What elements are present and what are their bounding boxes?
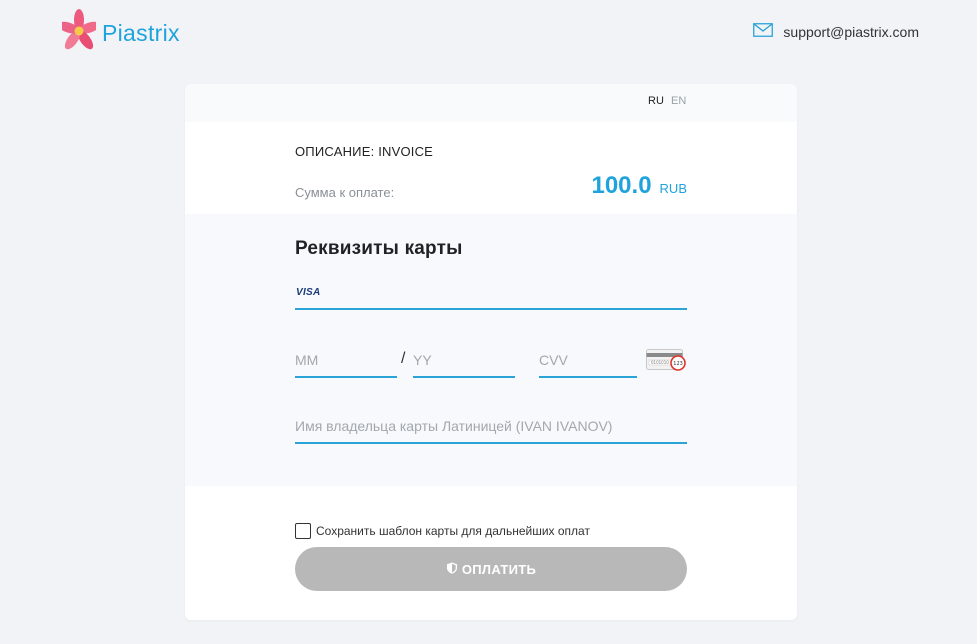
save-template-checkbox[interactable] <box>295 523 311 539</box>
save-template-label[interactable]: Сохранить шаблон карты для дальнейших оп… <box>316 524 590 538</box>
card-number-input[interactable] <box>335 280 675 308</box>
expiry-month-placeholder: MM <box>295 352 319 368</box>
amount-currency: RUB <box>659 181 687 196</box>
sum-label: Сумма к оплате: <box>295 185 395 200</box>
expiry-year-placeholder: YY <box>413 352 432 368</box>
expiry-month-field[interactable]: MM <box>295 348 397 378</box>
shield-icon <box>446 562 462 577</box>
card-number-field[interactable]: VISA <box>295 280 687 310</box>
amount-value: 100.0 <box>591 172 652 199</box>
visa-logo-icon: VISA <box>296 287 321 298</box>
cardholder-name-placeholder: Имя владельца карты Латиницей (IVAN IVAN… <box>295 418 613 434</box>
pay-button[interactable]: ОПЛАТИТЬ <box>295 547 687 591</box>
cvv-hint-text: 123 <box>673 361 683 367</box>
pay-button-label: ОПЛАТИТЬ <box>461 561 537 577</box>
cvv-hint-icon: 0101010 123 <box>646 347 688 373</box>
mail-icon <box>753 23 783 40</box>
language-bar: RU EN <box>185 84 797 122</box>
amount: 100.0 RUB <box>591 172 687 200</box>
lang-en[interactable]: EN <box>671 95 686 107</box>
expiry-separator: / <box>401 350 406 367</box>
expiry-year-field[interactable]: YY <box>413 348 515 378</box>
cardholder-name-field[interactable]: Имя владельца карты Латиницей (IVAN IVAN… <box>295 414 687 444</box>
logo[interactable]: Piastrix <box>57 6 180 61</box>
cvv-placeholder: CVV <box>539 352 568 368</box>
card-details-title: Реквизиты карты <box>295 238 463 259</box>
save-template-row[interactable]: Сохранить шаблон карты для дальнейших оп… <box>295 523 590 539</box>
svg-text:0101010: 0101010 <box>651 360 669 365</box>
payment-page: Piastrix support@piastrix.com RU EN ОПИС… <box>0 0 977 644</box>
lang-ru[interactable]: RU <box>648 95 664 107</box>
cvv-field[interactable]: CVV <box>539 348 637 378</box>
payment-card: RU EN ОПИСАНИЕ: INVOICE Сумма к оплате: … <box>185 84 797 620</box>
invoice-description: ОПИСАНИЕ: INVOICE <box>295 144 434 159</box>
support-contact[interactable]: support@piastrix.com <box>753 23 919 40</box>
flower-logo-icon <box>57 6 101 61</box>
logo-text: Piastrix <box>102 20 180 46</box>
support-email[interactable]: support@piastrix.com <box>783 24 919 40</box>
